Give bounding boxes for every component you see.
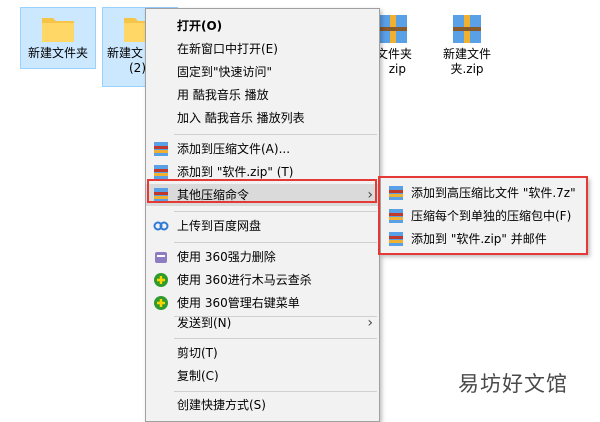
360-security-icon bbox=[154, 296, 168, 310]
file-label-line2: 夹.zip bbox=[450, 62, 484, 76]
winrar-icon bbox=[154, 165, 168, 179]
menu-item-pin-quick-access[interactable]: 固定到"快速访问" bbox=[146, 61, 379, 83]
menu-item-label: 添加到压缩文件(A)... bbox=[177, 142, 291, 156]
winrar-icon bbox=[154, 142, 168, 156]
highlight-box-submenu bbox=[378, 176, 588, 255]
baidu-netdisk-icon bbox=[153, 221, 169, 231]
menu-item-label: 剪切(T) bbox=[177, 346, 218, 360]
menu-separator bbox=[174, 391, 377, 392]
menu-separator bbox=[174, 134, 377, 135]
menu-item-send-to[interactable]: 发送到(N) › bbox=[146, 312, 379, 334]
menu-item-360-scan[interactable]: 使用 360进行木马云查杀 bbox=[146, 269, 379, 291]
folder-icon bbox=[42, 18, 74, 42]
menu-item-label: 发送到(N) bbox=[177, 316, 232, 330]
desktop-screen: { "files": [ {"name": "新建文件夹", "icon": "… bbox=[0, 0, 600, 422]
zip-archive-icon bbox=[379, 15, 407, 43]
menu-item-label: 打开(O) bbox=[177, 19, 223, 33]
highlight-box-other-compress bbox=[147, 179, 377, 203]
menu-item-label: 使用 360管理右键菜单 bbox=[177, 296, 300, 310]
360-shred-icon bbox=[155, 252, 167, 263]
menu-item-label: 用 酷我音乐 播放 bbox=[177, 88, 269, 102]
menu-item-label: 复制(C) bbox=[177, 369, 219, 383]
menu-item-add-to-archive[interactable]: 添加到压缩文件(A)... bbox=[146, 138, 379, 160]
menu-item-open-new-window[interactable]: 在新窗口中打开(E) bbox=[146, 38, 379, 60]
menu-item-open[interactable]: 打开(O) bbox=[146, 15, 379, 37]
menu-item-cut[interactable]: 剪切(T) bbox=[146, 342, 379, 364]
menu-item-kuwo-add-playlist[interactable]: 加入 酷我音乐 播放列表 bbox=[146, 107, 379, 129]
menu-item-label: 固定到"快速访问" bbox=[177, 65, 273, 79]
menu-separator bbox=[174, 242, 377, 243]
chevron-right-icon: › bbox=[367, 315, 373, 331]
watermark-text: 易坊好文馆 bbox=[458, 372, 568, 396]
zip-archive-icon bbox=[453, 15, 481, 43]
360-security-icon bbox=[154, 273, 168, 287]
menu-separator bbox=[174, 338, 377, 339]
menu-item-label: 上传到百度网盘 bbox=[177, 219, 262, 233]
context-menu: 打开(O) 在新窗口中打开(E) 固定到"快速访问" 用 酷我音乐 播放 加入 … bbox=[145, 8, 380, 422]
menu-item-label: 加入 酷我音乐 播放列表 bbox=[177, 111, 305, 125]
file-new-folder[interactable]: 新建文件夹 bbox=[20, 7, 96, 69]
menu-item-label: 创建快捷方式(S) bbox=[177, 398, 266, 412]
menu-item-label: 在新窗口中打开(E) bbox=[177, 42, 278, 56]
file-label: 新建文件夹 bbox=[27, 46, 88, 60]
menu-item-360-delete[interactable]: 使用 360强力删除 bbox=[146, 246, 379, 268]
menu-separator bbox=[174, 211, 377, 212]
file-new-folder-zip[interactable]: 新建文件 夹.zip bbox=[430, 7, 504, 85]
menu-item-label: 使用 360强力删除 bbox=[177, 250, 276, 264]
menu-item-copy[interactable]: 复制(C) bbox=[146, 365, 379, 387]
menu-item-create-shortcut[interactable]: 创建快捷方式(S) bbox=[146, 394, 379, 416]
menu-item-360-manage[interactable]: 使用 360管理右键菜单 bbox=[146, 292, 379, 314]
menu-item-upload-baidu[interactable]: 上传到百度网盘 bbox=[146, 215, 379, 237]
menu-item-label: 使用 360进行木马云查杀 bbox=[177, 273, 312, 287]
file-label-line1: 新建文件 bbox=[442, 47, 491, 61]
menu-item-kuwo-play[interactable]: 用 酷我音乐 播放 bbox=[146, 84, 379, 106]
